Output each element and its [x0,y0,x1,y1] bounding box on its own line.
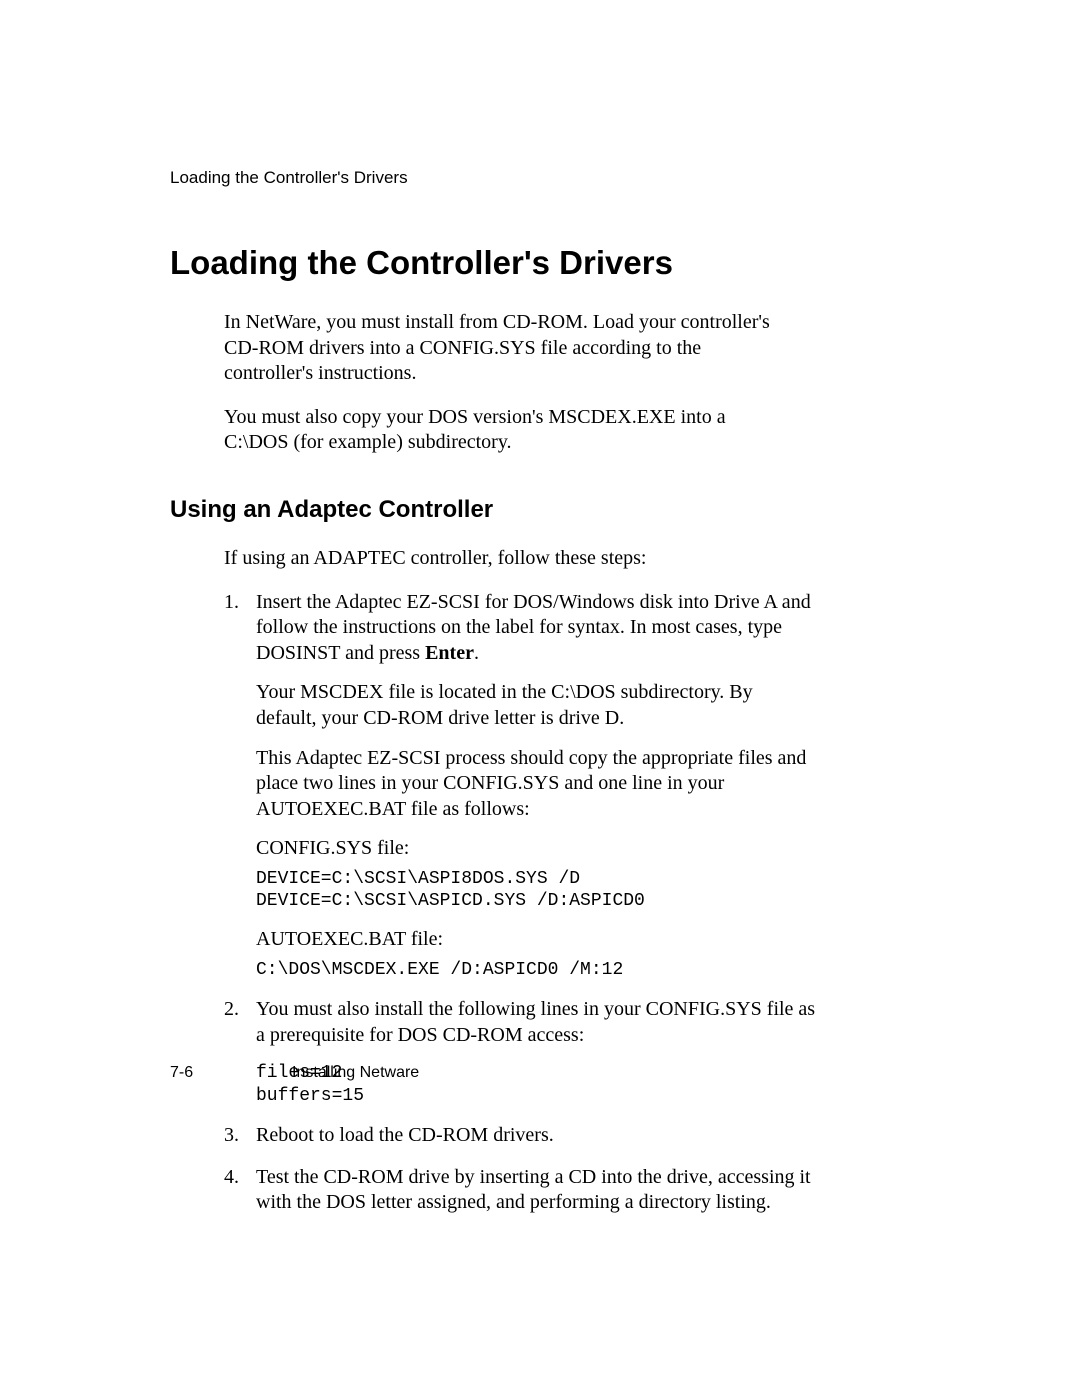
config-sys-label: CONFIG.SYS file: [256,836,816,862]
step-4: Test the CD-ROM drive by inserting a CD … [224,1165,816,1216]
running-head: Loading the Controller's Drivers [170,168,910,188]
page-footer: 7-6 Installing Netware [170,1064,419,1082]
section-subtitle: Using an Adaptec Controller [170,496,910,524]
step-2: You must also install the following line… [224,997,816,1107]
lead-paragraph: If using an ADAPTEC controller, follow t… [224,546,784,572]
step-1-p1-text-b: . [474,642,479,664]
intro-block: In NetWare, you must install from CD-ROM… [224,310,784,456]
step-1-p3: This Adaptec EZ-SCSI process should copy… [256,746,816,823]
footer-section: Installing Netware [292,1064,419,1081]
step-1-p1: Insert the Adaptec EZ-SCSI for DOS/Windo… [256,590,816,667]
autoexec-label: AUTOEXEC.BAT file: [256,927,816,953]
step-1: Insert the Adaptec EZ-SCSI for DOS/Windo… [224,590,816,981]
step-4-text: Test the CD-ROM drive by inserting a CD … [256,1165,816,1216]
intro-paragraph-2: You must also copy your DOS version's MS… [224,405,784,456]
footer-page-number: 7-6 [170,1064,193,1081]
steps-list: Insert the Adaptec EZ-SCSI for DOS/Windo… [224,590,910,1216]
page: Loading the Controller's Drivers Loading… [0,0,1080,1397]
step-3: Reboot to load the CD-ROM drivers. [224,1123,816,1149]
step-1-p1-bold: Enter [425,642,474,664]
intro-paragraph-1: In NetWare, you must install from CD-ROM… [224,310,784,387]
config-sys-code: DEVICE=C:\SCSI\ASPI8DOS.SYS /D DEVICE=C:… [256,868,816,913]
step-1-p2: Your MSCDEX file is located in the C:\DO… [256,680,816,731]
page-title: Loading the Controller's Drivers [170,244,910,282]
step-1-p1-text-a: Insert the Adaptec EZ-SCSI for DOS/Windo… [256,591,811,664]
step-2-p1: You must also install the following line… [256,997,816,1048]
autoexec-code: C:\DOS\MSCDEX.EXE /D:ASPICD0 /M:12 [256,959,816,982]
lead-block: If using an ADAPTEC controller, follow t… [224,546,784,572]
step-3-text: Reboot to load the CD-ROM drivers. [256,1123,816,1149]
